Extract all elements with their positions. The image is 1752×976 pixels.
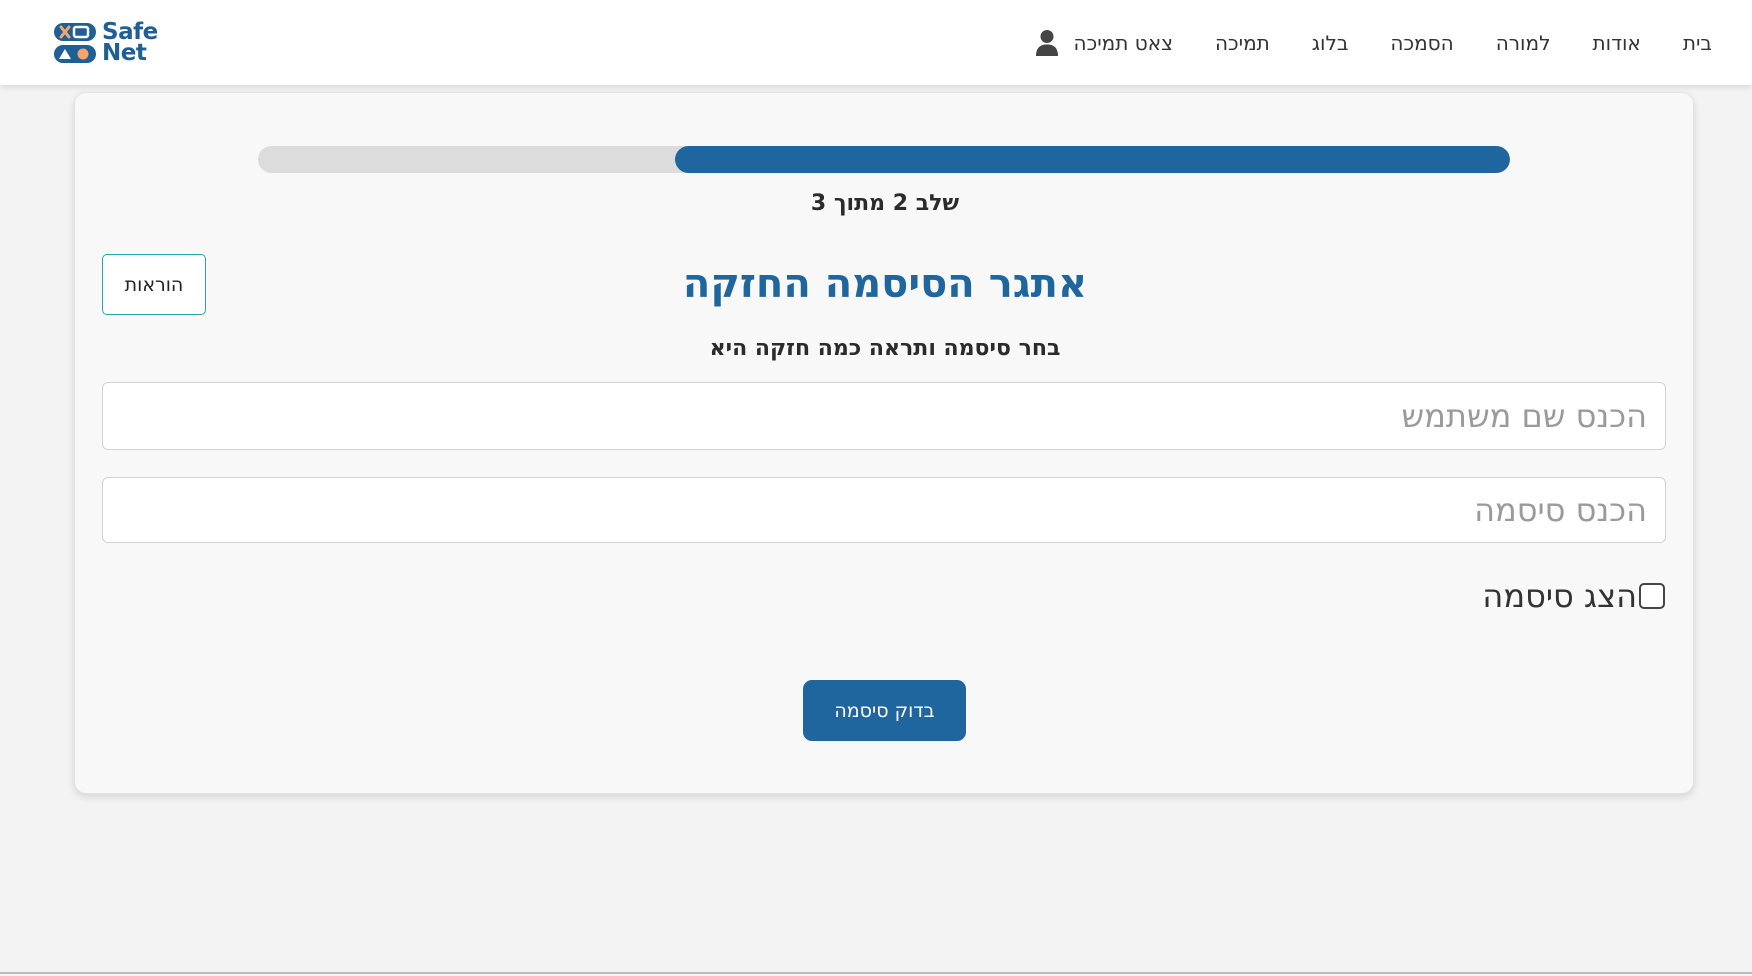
show-password-toggle[interactable]: הצג סיסמה [1482, 577, 1665, 615]
user-icon[interactable] [1034, 28, 1060, 58]
nav-item-support-chat[interactable]: צאט תמיכה [1074, 31, 1173, 55]
nav-item-home[interactable]: בית [1683, 31, 1712, 55]
check-password-button[interactable]: בדוק סיסמה [803, 680, 966, 741]
progress-bar-fill [674, 146, 1510, 173]
nav-menu: בית אודות למורה הסמכה בלוג תמיכה צאט תמי… [1034, 0, 1752, 85]
bottom-divider [0, 972, 1752, 974]
nav-item-blog[interactable]: בלוג [1312, 31, 1349, 55]
nav-item-support[interactable]: תמיכה [1215, 31, 1270, 55]
page-subtitle: בחר סיסמה ותראה כמה חזקה היא [709, 336, 1061, 361]
nav-item-about[interactable]: אודות [1592, 31, 1640, 55]
top-navbar: Safe Net בית אודות למורה הסמכה בלוג תמיכ… [0, 0, 1752, 85]
progress-bar [258, 146, 1510, 173]
safenet-logo-icon [54, 23, 96, 63]
password-input[interactable] [102, 477, 1666, 543]
safenet-logo[interactable]: Safe Net [52, 20, 158, 66]
page-title: אתגר הסיסמה החזקה [682, 261, 1088, 307]
nav-links: בית אודות למורה הסמכה בלוג תמיכה צאט תמי… [1074, 31, 1712, 55]
nav-item-certification[interactable]: הסמכה [1390, 31, 1453, 55]
nav-item-teacher[interactable]: למורה [1496, 31, 1551, 55]
challenge-card: שלב 2 מתוך 3 הוראות אתגר הסיסמה החזקה בח… [74, 92, 1694, 794]
username-input[interactable] [102, 382, 1666, 450]
show-password-checkbox[interactable] [1639, 583, 1665, 609]
step-indicator: שלב 2 מתוך 3 [810, 191, 960, 216]
show-password-label: הצג סיסמה [1482, 577, 1637, 615]
logo-text-line2: Net [102, 40, 147, 66]
